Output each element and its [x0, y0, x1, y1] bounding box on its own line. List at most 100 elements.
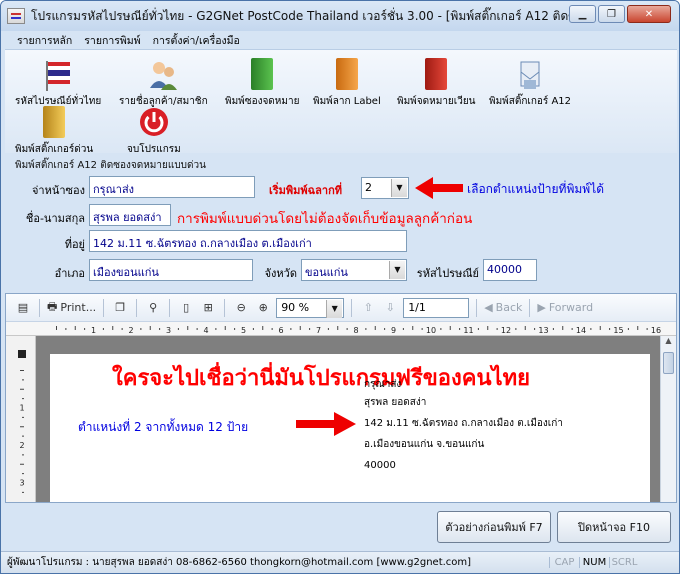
zoom-out-icon: ⊖	[236, 301, 246, 314]
vruler-tick	[22, 435, 24, 437]
binoculars-icon: ⚲	[149, 301, 158, 314]
label-line: สุรพล ยอดสง่า	[364, 397, 427, 408]
ruler-tick	[487, 326, 489, 330]
ruler-number: 6	[278, 326, 283, 335]
zoom-select[interactable]: 90 % ▼	[276, 297, 345, 318]
ruler-tick	[84, 328, 86, 330]
ruler-number: 10	[426, 326, 436, 335]
toolbar-sticker-a12[interactable]: พิมพ์สติ๊กเกอร์ A12	[489, 58, 571, 109]
toolbar-envelope[interactable]: พิมพ์ซองจดหมาย	[225, 58, 299, 109]
province-value: ขอนแก่น	[305, 266, 348, 279]
ruler-number: 5	[241, 326, 246, 335]
ruler-tick	[449, 326, 451, 330]
toolbar-mailmerge[interactable]: พิมพ์จดหมายเวียน	[397, 58, 476, 109]
zoom-out-button[interactable]: ⊖	[232, 298, 250, 318]
single-page-icon: ▯	[183, 301, 190, 314]
copy-icon: ❐	[115, 301, 126, 314]
toggle-tree-button[interactable]: ▤	[14, 298, 32, 318]
district-label: อำเภอ	[54, 267, 85, 280]
toolbar-quick-sticker[interactable]: พิมพ์สติ๊กเกอร์ด่วน	[15, 106, 93, 157]
ruler-number: 14	[576, 326, 586, 335]
prev-page-button[interactable]: ⇧	[359, 298, 377, 318]
yellow-folder-icon	[39, 106, 69, 140]
vruler-tick	[22, 416, 24, 418]
close-screen-button[interactable]: ปิดหน้าจอ F10	[557, 511, 671, 543]
start-position-value: 2	[365, 181, 372, 194]
ruler-marks: 1 2 3 4 5 6 7 8 9 10 11 12 13 14 15 16	[56, 326, 661, 335]
vruler-tick	[20, 463, 24, 465]
heading-input[interactable]: กรุณาส่ง	[89, 176, 255, 198]
print-label: Print...	[60, 301, 97, 314]
zoom-in-button[interactable]: ⊕	[254, 298, 272, 318]
scroll-thumb[interactable]	[663, 352, 674, 374]
ruler-tick	[290, 328, 292, 330]
ruler-tick	[121, 328, 123, 330]
next-page-button[interactable]: ⇩	[381, 298, 399, 318]
toolbar-exit[interactable]: จบโปรแกรม	[127, 106, 181, 157]
ruler-tick	[299, 326, 301, 330]
district-input[interactable]: เมืองขอนแก่น	[89, 259, 253, 281]
vertical-scrollbar[interactable]: ▲	[660, 336, 676, 502]
vruler-tick	[22, 398, 24, 400]
name-label: ชื่อ-นามสกุล	[25, 212, 85, 225]
ruler-tick	[459, 328, 461, 330]
province-label: จังหวัด	[264, 267, 297, 280]
province-combo[interactable]: ขอนแก่น ▼	[301, 259, 407, 281]
ruler-tick	[590, 328, 592, 330]
name-input[interactable]: สุรพล ยอดสง่า	[89, 204, 171, 226]
quick-print-note: การพิมพ์แบบด่วนโดยไม่ต้องจัดเก็บข้อมูลลู…	[177, 211, 473, 227]
single-page-button[interactable]: ▯	[177, 298, 195, 318]
multi-page-button[interactable]: ⊞	[199, 298, 217, 318]
ruler-tick	[159, 328, 161, 330]
menu-settings[interactable]: การตั้งค่า/เครื่องมือ	[153, 32, 240, 49]
copy-button[interactable]: ❐	[111, 298, 129, 318]
chevron-down-icon[interactable]: ▼	[326, 299, 343, 318]
scroll-up-icon[interactable]: ▲	[661, 336, 676, 350]
ruler-tick	[112, 326, 114, 330]
vruler-tick	[20, 426, 24, 428]
toolbar-label[interactable]: พิมพ์ลาก Label	[313, 58, 381, 109]
chevron-down-icon[interactable]: ▼	[389, 261, 405, 279]
find-button[interactable]: ⚲	[144, 298, 162, 318]
address-input[interactable]: 142 ม.11 ซ.ฉัตรทอง ถ.กลางเมือง ต.เมืองเก…	[89, 230, 407, 252]
close-screen-button-label: ปิดหน้าจอ F10	[578, 521, 650, 534]
power-icon	[139, 108, 168, 136]
margin-marker[interactable]	[18, 350, 26, 358]
forward-button[interactable]: ▶ Forward	[537, 298, 593, 318]
ruler-tick	[56, 326, 57, 330]
minimize-button[interactable]: ▁	[569, 5, 596, 23]
label-preview: กรุณาส่ง สุรพล ยอดสง่า 142 ม.11 ซ.ฉัตรทอ…	[364, 378, 563, 476]
back-label: Back	[495, 301, 523, 314]
print-button[interactable]: 🖶 Print...	[47, 298, 96, 318]
ruler-number: 15	[613, 326, 623, 335]
ruler-number: 2	[128, 326, 133, 335]
postcode-label: รหัสไปรษณีย์	[416, 267, 479, 280]
ruler-tick	[224, 326, 226, 330]
restore-icon: ❐	[607, 8, 616, 20]
ruler-tick	[412, 326, 414, 330]
close-window-button[interactable]: ✕	[627, 5, 671, 23]
menu-print[interactable]: รายการพิมพ์	[84, 32, 140, 49]
window-controls: ▁ ❐ ✕	[569, 5, 671, 23]
toolbar-postcode[interactable]: รหัสไปรษณีย์ทั่วไทย	[15, 58, 101, 109]
ruler-tick	[552, 328, 554, 330]
status-bar: ผู้พัฒนาโปรแกรม : นายสุรพล ยอดสง่า 08-68…	[1, 551, 679, 573]
postcode-input[interactable]: 40000	[483, 259, 537, 281]
menu-bar: รายการหลัก รายการพิมพ์ การตั้งค่า/เครื่อ…	[5, 31, 677, 49]
green-folder-icon	[247, 58, 277, 92]
vruler-tick	[22, 379, 24, 381]
preview-button[interactable]: ตัวอย่างก่อนพิมพ์ F7	[437, 511, 551, 543]
toolbar-customers[interactable]: รายชื่อลูกค้า/สมาชิก	[119, 58, 208, 109]
toolbar-label-label: พิมพ์ลาก Label	[313, 96, 381, 107]
ruler-tick	[374, 326, 376, 330]
page-number-input[interactable]: 1/1	[403, 297, 470, 318]
start-position-combo[interactable]: 2 ▼	[361, 177, 409, 199]
ruler-tick	[309, 328, 311, 330]
vruler-number: 1	[19, 404, 24, 413]
vruler-number: 3	[19, 479, 24, 488]
chevron-down-icon[interactable]: ▼	[391, 179, 407, 197]
ruler-tick	[102, 328, 104, 330]
menu-main[interactable]: รายการหลัก	[17, 32, 72, 49]
back-button[interactable]: ◀ Back	[484, 298, 522, 318]
maximize-button[interactable]: ❐	[598, 5, 625, 23]
